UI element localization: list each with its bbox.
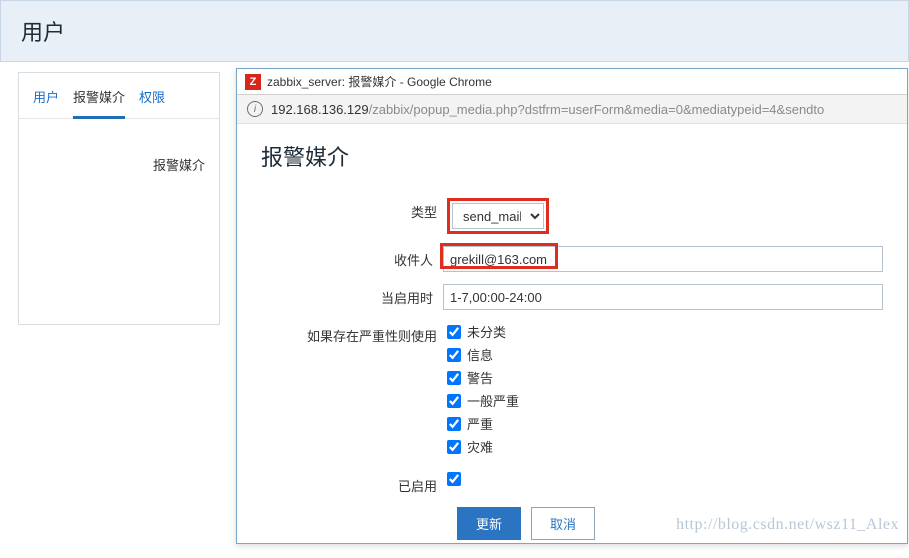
address-bar[interactable]: i 192.168.136.129/zabbix/popup_media.php… [237,95,907,124]
severity-item[interactable]: 警告 [447,368,883,387]
popup-body: 报警媒介 类型 send_mail 收件人 当启用时 [237,124,907,558]
recipient-input[interactable] [443,246,883,272]
row-enabled: 已启用 [261,472,883,495]
row-recipient: 收件人 [261,246,883,272]
severity-checkbox[interactable] [447,440,461,454]
update-button[interactable]: 更新 [457,507,521,540]
zabbix-icon: Z [245,74,261,90]
when-input[interactable] [443,284,883,310]
severity-checkbox[interactable] [447,394,461,408]
info-icon[interactable]: i [247,101,263,117]
tab-perm[interactable]: 权限 [139,83,165,118]
cancel-button[interactable]: 取消 [531,507,595,540]
popup-heading: 报警媒介 [261,140,883,172]
enabled-label: 已启用 [261,472,447,495]
tabs-box: 用户 报警媒介 权限 报警媒介 [18,72,220,325]
severity-item[interactable]: 未分类 [447,322,883,341]
severity-item[interactable]: 信息 [447,345,883,364]
severity-checkbox[interactable] [447,371,461,385]
severity-list: 未分类 信息 警告 一般严重 严重 灾难 [447,322,883,460]
popup-window: Z zabbix_server: 报警媒介 - Google Chrome i … [236,68,908,544]
tab-media[interactable]: 报警媒介 [73,83,125,119]
url-text: 192.168.136.129/zabbix/popup_media.php?d… [271,102,824,117]
watermark: http://blog.csdn.net/wsz11_Alex [676,516,899,534]
sub-label: 报警媒介 [19,119,219,324]
enabled-checkbox[interactable] [447,472,461,486]
tabs-row: 用户 报警媒介 权限 [19,73,219,119]
popup-titlebar: Z zabbix_server: 报警媒介 - Google Chrome [237,69,907,95]
severity-checkbox[interactable] [447,417,461,431]
severity-item[interactable]: 一般严重 [447,391,883,410]
popup-title: zabbix_server: 报警媒介 - Google Chrome [267,73,492,90]
row-when: 当启用时 [261,284,883,310]
page-header: 用户 [0,0,909,62]
tab-user[interactable]: 用户 [33,83,59,118]
url-host: 192.168.136.129 [271,102,369,117]
type-select[interactable]: send_mail [452,203,544,229]
url-path: /zabbix/popup_media.php?dstfrm=userForm&… [369,102,825,117]
row-severity: 如果存在严重性则使用 未分类 信息 警告 一般严重 严重 灾难 [261,322,883,460]
severity-checkbox[interactable] [447,325,461,339]
recipient-label: 收件人 [261,246,443,269]
severity-label: 如果存在严重性则使用 [261,322,447,345]
type-label: 类型 [261,198,447,221]
when-label: 当启用时 [261,284,443,307]
severity-item[interactable]: 灾难 [447,437,883,456]
type-highlight: send_mail [447,198,549,234]
severity-item[interactable]: 严重 [447,414,883,433]
row-type: 类型 send_mail [261,198,883,234]
severity-checkbox[interactable] [447,348,461,362]
page-title: 用户 [21,15,888,47]
